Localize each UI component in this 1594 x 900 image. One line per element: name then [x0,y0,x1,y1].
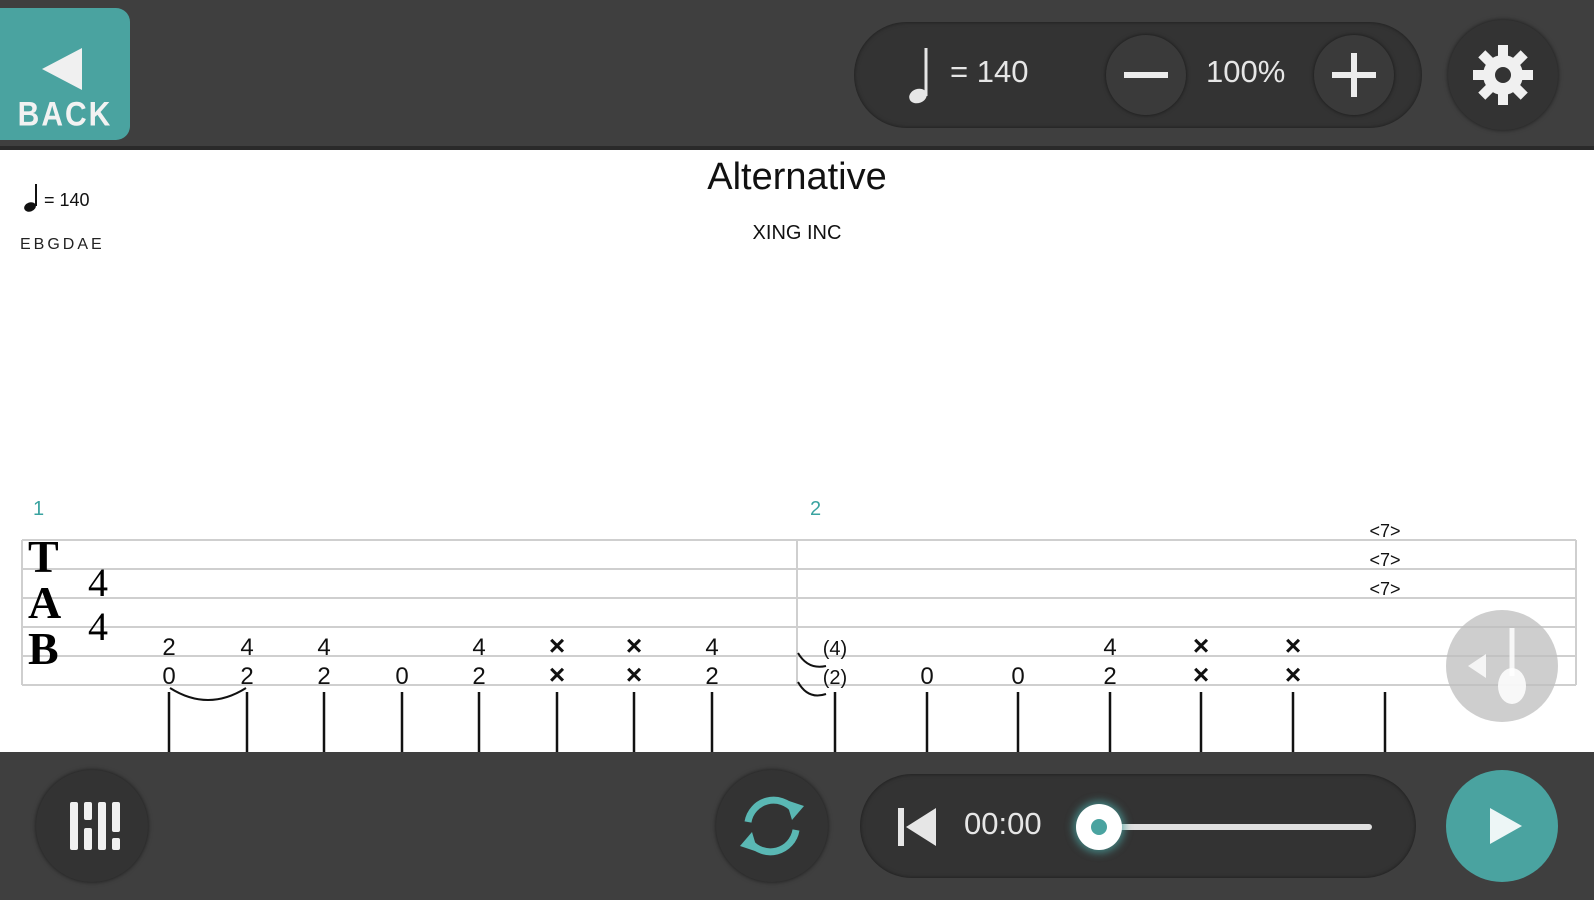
fret-number: 2 [705,663,718,690]
tempo-value: = 140 [950,54,1029,89]
guitar-track-button[interactable] [1446,610,1558,722]
minus-icon [1124,72,1168,78]
tab-clef-letter: B [28,623,59,674]
tab-clef-letter: T [28,531,59,582]
mixer-icon [70,802,120,850]
settings-button[interactable] [1448,20,1558,130]
song-title: Alternative [707,156,887,198]
staff-lines [21,539,1577,686]
harmonic-note: <7> [1369,521,1400,541]
seek-thumb[interactable] [1076,804,1122,850]
back-button[interactable]: BACK [0,8,130,140]
zoom-in-button[interactable] [1314,35,1394,115]
time-signature-bottom: 4 [88,604,108,649]
zoom-value: 100% [1206,54,1286,89]
tempo-zoom-control: = 140 100% [854,22,1422,128]
fret-number: 2 [1103,663,1116,690]
fret-number: 4 [705,634,718,661]
seek-bar[interactable] [1100,824,1372,830]
seek-thumb-dot [1091,819,1107,835]
dead-note: × [1285,630,1301,661]
fret-number: 2 [240,663,253,690]
fret-number: 4 [240,634,253,661]
tied-fret-number: (4) [823,638,847,660]
harmonic-note: <7> [1369,579,1400,599]
toolbar-divider [0,146,1594,150]
dead-note: × [1285,659,1301,690]
rewind-icon[interactable] [892,802,942,852]
dead-note: × [1193,630,1209,661]
dead-note: × [549,659,565,690]
play-button[interactable] [1446,770,1558,882]
dead-note: × [549,630,565,661]
fret-number: 0 [162,663,175,690]
zoom-out-button[interactable] [1106,35,1186,115]
harmonic-note: <7> [1369,550,1400,570]
time-signature-top: 4 [88,560,108,605]
gear-icon [1473,45,1533,105]
fret-number: 0 [395,663,408,690]
fret-number: 4 [317,634,330,661]
loop-button[interactable] [716,770,828,882]
fret-number: 0 [1011,663,1024,690]
tab-clef-letter: A [28,577,61,628]
playback-time: 00:00 [964,806,1042,841]
mixer-button[interactable] [36,770,148,882]
back-arrow-icon [42,48,82,90]
fret-number: 0 [920,663,933,690]
fret-number: 2 [472,663,485,690]
tied-fret-number: (2) [823,667,847,689]
fret-number: 2 [317,663,330,690]
fret-number: 4 [1103,634,1116,661]
fret-number: 2 [162,634,175,661]
fret-number: 4 [472,634,485,661]
guitar-icon [1468,628,1526,704]
song-artist: XING INC [752,222,842,244]
transport-control: 00:00 [860,774,1416,878]
dead-note: × [1193,659,1209,690]
play-icon [1490,808,1522,844]
quarter-note-icon [909,48,928,104]
plus-icon [1332,53,1376,97]
dead-note: × [626,659,642,690]
loop-icon [740,796,804,856]
tie-arc [169,687,247,701]
back-button-label: BACK [17,95,113,134]
dead-note: × [626,630,642,661]
